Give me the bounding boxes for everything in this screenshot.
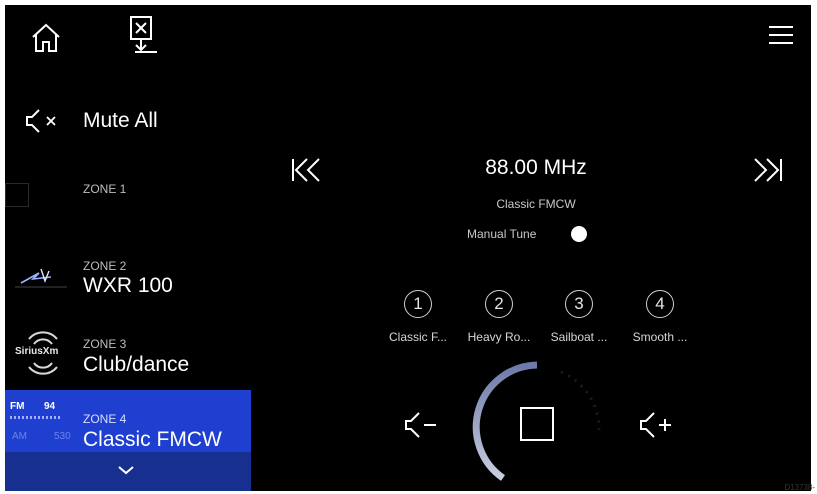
- more-zones-button[interactable]: [5, 452, 251, 491]
- zone-source: WXR 100: [83, 274, 173, 297]
- zone-name: ZONE 3: [83, 337, 127, 351]
- volume-up-icon[interactable]: [638, 409, 674, 441]
- manual-tune-label: Manual Tune: [467, 227, 537, 241]
- zone-name: ZONE 2: [83, 259, 127, 273]
- mute-all-label: Mute All: [83, 109, 158, 132]
- zone-1-row[interactable]: ZONE 1: [5, 155, 251, 221]
- preset-name: Heavy Ro...: [467, 330, 531, 344]
- zone-source: Classic FMCW: [83, 428, 222, 451]
- zone-4-row-active[interactable]: FM 94 AM 530 ZONE 4 Classic FMCW: [5, 390, 251, 452]
- mute-icon: [25, 107, 61, 135]
- preset-2[interactable]: 2 Heavy Ro...: [464, 290, 534, 344]
- exit-icon[interactable]: [127, 15, 161, 55]
- audio-app-screen: Mute All ZONE 1 ZONE 2 WXR 100 SiriusXm …: [5, 5, 811, 491]
- preset-number: 2: [485, 290, 513, 318]
- weather-radar-icon: [11, 259, 71, 293]
- preset-number: 3: [565, 290, 593, 318]
- preset-name: Classic F...: [388, 330, 447, 344]
- zone-1-thumbnail: [5, 183, 29, 207]
- zone-name: ZONE 4: [83, 412, 127, 426]
- hamburger-menu-icon[interactable]: [768, 25, 794, 45]
- station-name: Classic FMCW: [496, 197, 576, 211]
- preset-4[interactable]: 4 Smooth ...: [625, 290, 695, 344]
- skip-forward-icon[interactable]: [750, 157, 784, 183]
- toggle-knob: [571, 226, 587, 242]
- volume-down-icon[interactable]: [403, 409, 439, 441]
- chevron-down-icon: [116, 464, 136, 476]
- home-icon[interactable]: [29, 21, 63, 55]
- figure-reference-code: D13738-: [784, 483, 815, 492]
- zone-3-row[interactable]: SiriusXm ZONE 3 Club/dance: [5, 323, 251, 389]
- preset-3[interactable]: 3 Sailboat ...: [544, 290, 614, 344]
- zone-name: ZONE 1: [83, 182, 127, 196]
- stop-icon[interactable]: [520, 407, 554, 441]
- preset-1[interactable]: 1 Classic F...: [383, 290, 453, 344]
- frequency-display: 88.00 MHz: [485, 156, 587, 179]
- mute-all-button[interactable]: Mute All: [5, 100, 251, 140]
- preset-number: 1: [404, 290, 432, 318]
- skip-back-icon[interactable]: [290, 157, 324, 183]
- preset-name: Smooth ...: [632, 330, 688, 344]
- zone-source: Club/dance: [83, 353, 190, 376]
- manual-tune-toggle[interactable]: Manual Tune: [467, 223, 597, 245]
- zone-2-row[interactable]: ZONE 2 WXR 100: [5, 251, 251, 317]
- siriusxm-logo: SiriusXm: [15, 325, 71, 381]
- preset-number: 4: [646, 290, 674, 318]
- preset-name: Sailboat ...: [550, 330, 608, 344]
- fm-am-band-icon: FM 94 AM 530: [10, 401, 71, 442]
